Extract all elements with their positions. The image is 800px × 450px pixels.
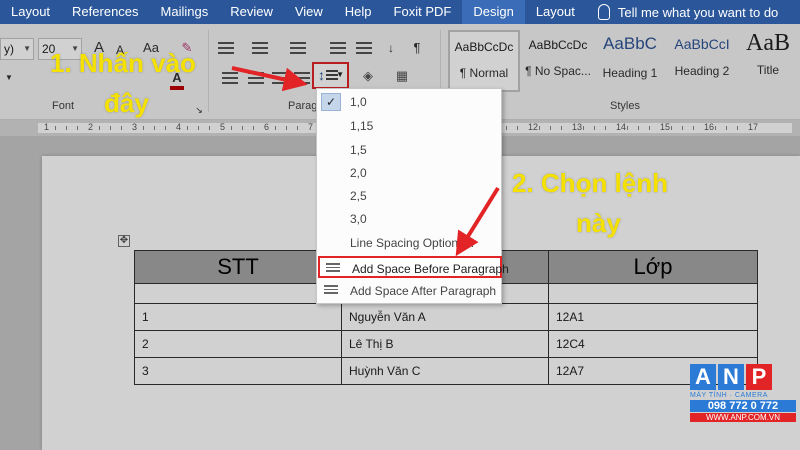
menu-item-label: Line Spacing Options... bbox=[350, 236, 475, 250]
tab-foxit-pdf[interactable]: Foxit PDF bbox=[383, 0, 463, 24]
menu-item-line-spacing-options[interactable]: Line Spacing Options... bbox=[318, 232, 502, 254]
tab-mailings[interactable]: Mailings bbox=[150, 0, 220, 24]
anp-logo: A N P MÁY TÍNH · CAMERA 098 772 0 772 WW… bbox=[690, 364, 796, 422]
menu-item-label: 1,0 bbox=[350, 95, 367, 109]
menu-item-spacing-3-0[interactable]: 3,0 bbox=[318, 208, 502, 230]
menu-item-label: 3,0 bbox=[350, 212, 367, 226]
menu-item-spacing-1-5[interactable]: 1,5 bbox=[318, 139, 502, 161]
tell-me-text: Tell me what you want to do bbox=[617, 4, 779, 20]
menu-item-label: 2,5 bbox=[350, 189, 367, 203]
annotation-step-2-line-2: này bbox=[576, 208, 621, 238]
tab-view[interactable]: View bbox=[284, 0, 334, 24]
tell-me-search[interactable]: Tell me what you want to do bbox=[586, 4, 778, 20]
logo-letter: N bbox=[718, 364, 744, 390]
menu-item-spacing-2-5[interactable]: 2,5 bbox=[318, 185, 502, 207]
annotation-step-1: 1. Nhấn vào bbox=[50, 48, 196, 78]
tab-help[interactable]: Help bbox=[334, 0, 383, 24]
space-before-icon bbox=[326, 263, 340, 275]
menu-item-label: 2,0 bbox=[350, 166, 367, 180]
menu-item-add-space-after[interactable]: Add Space After Paragraph bbox=[318, 280, 502, 302]
tab-table-layout[interactable]: Layout bbox=[525, 0, 586, 24]
space-after-icon bbox=[324, 285, 338, 297]
menu-item-add-space-before[interactable]: Add Space Before Paragraph bbox=[318, 256, 509, 278]
logo-tagline: MÁY TÍNH · CAMERA bbox=[690, 392, 768, 399]
menu-item-spacing-1-15[interactable]: 1,15 bbox=[318, 115, 502, 137]
menu-item-label: 1,15 bbox=[350, 119, 374, 133]
tab-references[interactable]: References bbox=[61, 0, 149, 24]
menu-item-label: Add Space After Paragraph bbox=[350, 284, 497, 298]
annotation-step-1-line-2: đây bbox=[104, 88, 149, 118]
ribbon-tab-bar: Layout References Mailings Review View H… bbox=[0, 0, 800, 24]
menu-item-label: 1,5 bbox=[350, 143, 367, 157]
menu-item-spacing-1-0[interactable]: ✓ 1,0 bbox=[318, 91, 502, 113]
logo-letters: A N P bbox=[690, 364, 796, 390]
annotation-step-2: 2. Chọn lệnh bbox=[512, 168, 668, 198]
logo-phone: 098 772 0 772 bbox=[690, 400, 796, 412]
checkmark-icon: ✓ bbox=[321, 93, 341, 111]
menu-item-spacing-2-0[interactable]: 2,0 bbox=[318, 162, 502, 184]
logo-letter: A bbox=[690, 364, 716, 390]
line-spacing-menu: ✓ 1,0 1,15 1,5 2,0 2,5 3,0 Line Spacing … bbox=[316, 88, 509, 304]
tab-design[interactable]: Design bbox=[462, 0, 525, 24]
tab-review[interactable]: Review bbox=[219, 0, 284, 24]
logo-letter: P bbox=[746, 364, 772, 390]
logo-website: WWW.ANP.COM.VN bbox=[690, 413, 796, 422]
menu-item-label: Add Space Before Paragraph bbox=[352, 262, 509, 276]
lightbulb-icon bbox=[597, 4, 610, 20]
tab-layout[interactable]: Layout bbox=[0, 0, 61, 24]
